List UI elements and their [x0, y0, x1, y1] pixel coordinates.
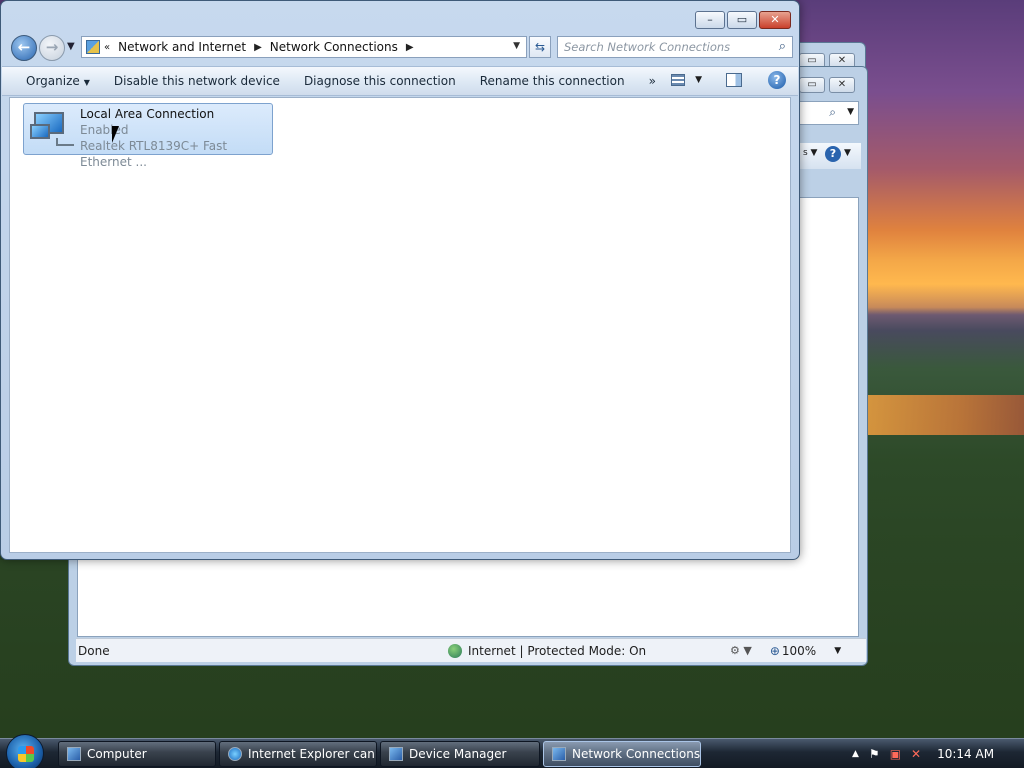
- network-adapter-icon: [30, 110, 76, 150]
- ie-help-dropdown-icon[interactable]: ▼: [844, 148, 851, 158]
- taskbar-item-computer[interactable]: Computer: [58, 741, 216, 767]
- recent-pages-dropdown-icon[interactable]: ▼: [67, 41, 75, 52]
- action-center-flag-icon[interactable]: ⚑: [869, 747, 880, 761]
- command-toolbar: Organize ▼ Disable this network device Di…: [2, 66, 798, 96]
- connection-status: Enabled: [80, 123, 129, 137]
- search-icon[interactable]: ⌕: [779, 39, 786, 54]
- network-connections-window[interactable]: – ▭ ✕ ← → ▼ « Network and Internet ▶ Net…: [0, 0, 800, 560]
- breadcrumb-separator-icon[interactable]: ▶: [254, 42, 262, 53]
- ie-zone-text: Internet | Protected Mode: On: [468, 643, 647, 658]
- device-manager-icon: [389, 747, 403, 761]
- overflow-chevron-icon[interactable]: «: [104, 42, 110, 53]
- help-icon[interactable]: ?: [768, 71, 786, 89]
- back-button[interactable]: ←: [11, 35, 37, 61]
- window-caption-buttons: – ▭ ✕: [695, 11, 791, 29]
- views-icon[interactable]: [671, 74, 686, 86]
- diagnose-connection-button[interactable]: Diagnose this connection: [292, 67, 468, 95]
- organize-menu[interactable]: Organize ▼: [2, 67, 102, 95]
- ie-restore-button[interactable]: ▭: [799, 77, 825, 93]
- start-button[interactable]: [6, 734, 44, 768]
- navigation-bar: ← → ▼ « Network and Internet ▶ Network C…: [9, 35, 793, 61]
- network-connections-icon: [552, 747, 566, 761]
- taskbar-item-device-manager[interactable]: Device Manager: [380, 741, 540, 767]
- ie-tools-dropdown-icon[interactable]: s ▼: [803, 148, 817, 158]
- ie-zoom-dropdown-icon[interactable]: ▼: [834, 646, 841, 656]
- taskbar: Computer Internet Explorer can... Device…: [0, 734, 1024, 768]
- taskbar-item-label: Internet Explorer can...: [248, 747, 377, 761]
- rename-connection-button[interactable]: Rename this connection: [468, 67, 637, 95]
- address-dropdown-icon[interactable]: ▼: [513, 41, 520, 51]
- show-hidden-icons-icon[interactable]: ▲: [852, 749, 859, 759]
- ie-help-icon[interactable]: ?: [825, 146, 841, 162]
- chevron-down-icon: ▼: [83, 78, 90, 87]
- forward-button[interactable]: →: [39, 35, 65, 61]
- maximize-button[interactable]: ▭: [727, 11, 757, 29]
- computer-icon: [67, 747, 81, 761]
- taskbar-item-label: Computer: [87, 747, 147, 761]
- disable-device-button[interactable]: Disable this network device: [102, 67, 292, 95]
- breadcrumb-separator-icon[interactable]: ▶: [406, 42, 414, 53]
- breadcrumb-network-connections[interactable]: Network Connections: [268, 40, 400, 54]
- network-disconnected-icon[interactable]: ▣: [890, 747, 901, 761]
- ie-status-text: Done: [78, 643, 110, 658]
- breadcrumb-network-and-internet[interactable]: Network and Internet: [116, 40, 248, 54]
- connections-list[interactable]: Local Area Connection Enabled Realtek RT…: [9, 97, 791, 553]
- mouse-cursor-icon: [112, 126, 119, 143]
- ie-search-icon[interactable]: ⌕: [829, 105, 836, 120]
- notification-area: ▲ ⚑ ▣ ✕ 10:14 AM: [842, 739, 1024, 768]
- ie-security-icon[interactable]: ⚙ ▼: [730, 644, 752, 657]
- toolbar-right-group: ▼ ?: [671, 71, 786, 89]
- more-commands-button[interactable]: »: [637, 67, 668, 95]
- address-bar[interactable]: « Network and Internet ▶ Network Connect…: [81, 36, 527, 58]
- volume-muted-icon[interactable]: ✕: [911, 747, 921, 761]
- ie-zoom-level[interactable]: 100%: [782, 644, 816, 658]
- wallpaper-lake: [868, 395, 1024, 435]
- local-area-connection-item[interactable]: Local Area Connection Enabled Realtek RT…: [23, 103, 273, 169]
- ie-search-box[interactable]: ⌕ ▼: [799, 101, 859, 125]
- control-panel-icon: [86, 40, 100, 54]
- connection-details: Local Area Connection Enabled Realtek RT…: [80, 106, 272, 170]
- taskbar-item-label: Device Manager: [409, 747, 507, 761]
- minimize-button[interactable]: –: [695, 11, 725, 29]
- taskbar-item-network-connections[interactable]: Network Connections: [543, 741, 701, 767]
- organize-label: Organize: [26, 74, 80, 88]
- search-box[interactable]: ⌕: [557, 36, 793, 58]
- views-dropdown-icon[interactable]: ▼: [695, 75, 702, 85]
- ie-close-button[interactable]: ✕: [829, 77, 855, 93]
- connection-device: Realtek RTL8139C+ Fast Ethernet ...: [80, 139, 228, 169]
- connection-name: Local Area Connection: [80, 107, 215, 121]
- clock[interactable]: 10:14 AM: [937, 747, 994, 761]
- preview-pane-icon[interactable]: [726, 73, 742, 87]
- globe-icon: [448, 643, 462, 658]
- taskbar-item-label: Network Connections: [572, 747, 701, 761]
- search-input[interactable]: [558, 37, 758, 57]
- taskbar-item-internet-explorer[interactable]: Internet Explorer can...: [219, 741, 377, 767]
- ie-status-bar: Done Internet | Protected Mode: On ⚙ ▼ ⊕…: [76, 638, 866, 662]
- close-button[interactable]: ✕: [759, 11, 791, 29]
- ie-command-bar: s ▼ ? ▼: [799, 143, 861, 169]
- ie-zoom-icon[interactable]: ⊕: [770, 644, 780, 658]
- internet-explorer-icon: [228, 747, 242, 761]
- ie-search-dropdown-icon[interactable]: ▼: [847, 107, 854, 117]
- refresh-button[interactable]: ⇆: [529, 36, 551, 58]
